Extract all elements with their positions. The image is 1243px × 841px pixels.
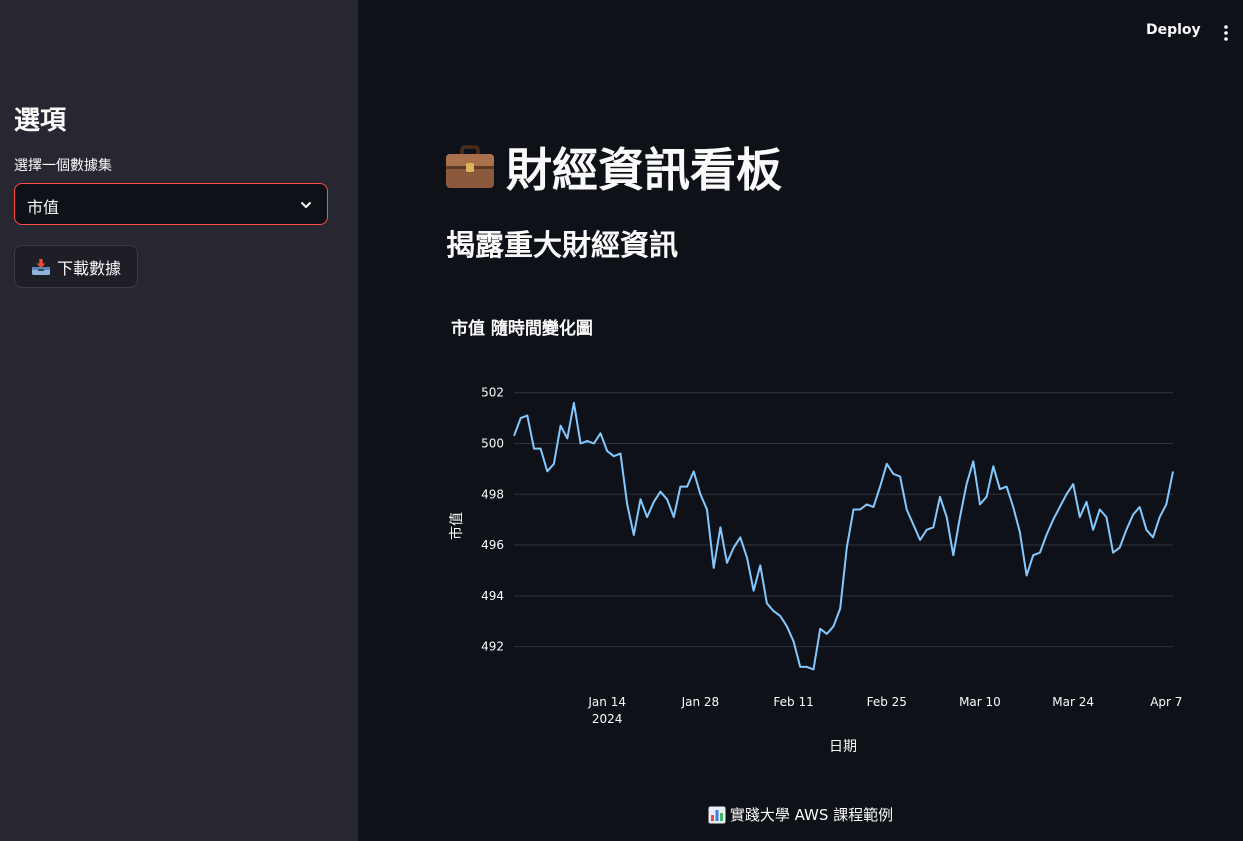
dataset-select-label: 選擇一個數據集 — [14, 158, 112, 174]
download-data-label: 下載數據 — [56, 258, 121, 278]
chevron-down-icon — [301, 202, 311, 208]
y-tick-label: 500 — [481, 436, 504, 450]
y-axis-title: 市值 — [448, 512, 465, 540]
x-tick-label: Mar 24 — [1052, 695, 1094, 709]
bar-chart-icon — [708, 806, 726, 823]
page-subtitle: 揭露重大財經資訊 — [446, 228, 679, 262]
y-tick-label: 496 — [481, 538, 504, 552]
y-tick-label: 494 — [481, 589, 504, 603]
x-tick-label: Feb 11 — [773, 695, 813, 709]
deploy-button[interactable]: Deploy — [1146, 22, 1201, 38]
app-window: 選項 選擇一個數據集 市值 下載數據 Deploy 財經資訊看板 揭露重大財經資… — [0, 0, 1243, 841]
x-tick-label: Jan 14 — [587, 695, 626, 709]
briefcase-icon — [446, 145, 494, 188]
dataset-select-value: 市值 — [27, 198, 60, 217]
x-axis-title: 日期 — [829, 739, 857, 755]
footer: 實踐大學 AWS 課程範例 — [358, 804, 1243, 825]
sidebar: 選項 選擇一個數據集 市值 下載數據 — [0, 0, 358, 841]
y-tick-label: 492 — [481, 640, 504, 654]
inbox-tray-icon — [31, 258, 50, 275]
series-line — [513, 401, 1174, 671]
dataset-select[interactable]: 市值 — [14, 183, 328, 225]
y-tick-label: 498 — [481, 487, 504, 501]
x-tick-label: Mar 10 — [959, 695, 1001, 709]
line-chart: 492 494 496 498 500 502 Jan 14 2024 Jan 28 Feb 11… — [448, 386, 1182, 755]
x-tick-sublabel: 2024 — [592, 712, 623, 726]
x-tick-label: Feb 25 — [867, 695, 907, 709]
more-vertical-icon[interactable] — [1220, 24, 1232, 42]
page-title: 財經資訊看板 — [444, 134, 782, 200]
x-tick-label: Jan 28 — [681, 695, 720, 709]
chart-title: 市值 隨時間變化圖 — [451, 319, 593, 339]
page-title-text: 財經資訊看板 — [506, 143, 782, 197]
sidebar-title: 選項 — [14, 106, 67, 136]
y-tick-label: 502 — [481, 386, 504, 400]
footer-text: 實踐大學 AWS 課程範例 — [729, 806, 894, 824]
download-data-button[interactable]: 下載數據 — [14, 245, 138, 288]
x-tick-label: Apr 7 — [1150, 695, 1182, 709]
